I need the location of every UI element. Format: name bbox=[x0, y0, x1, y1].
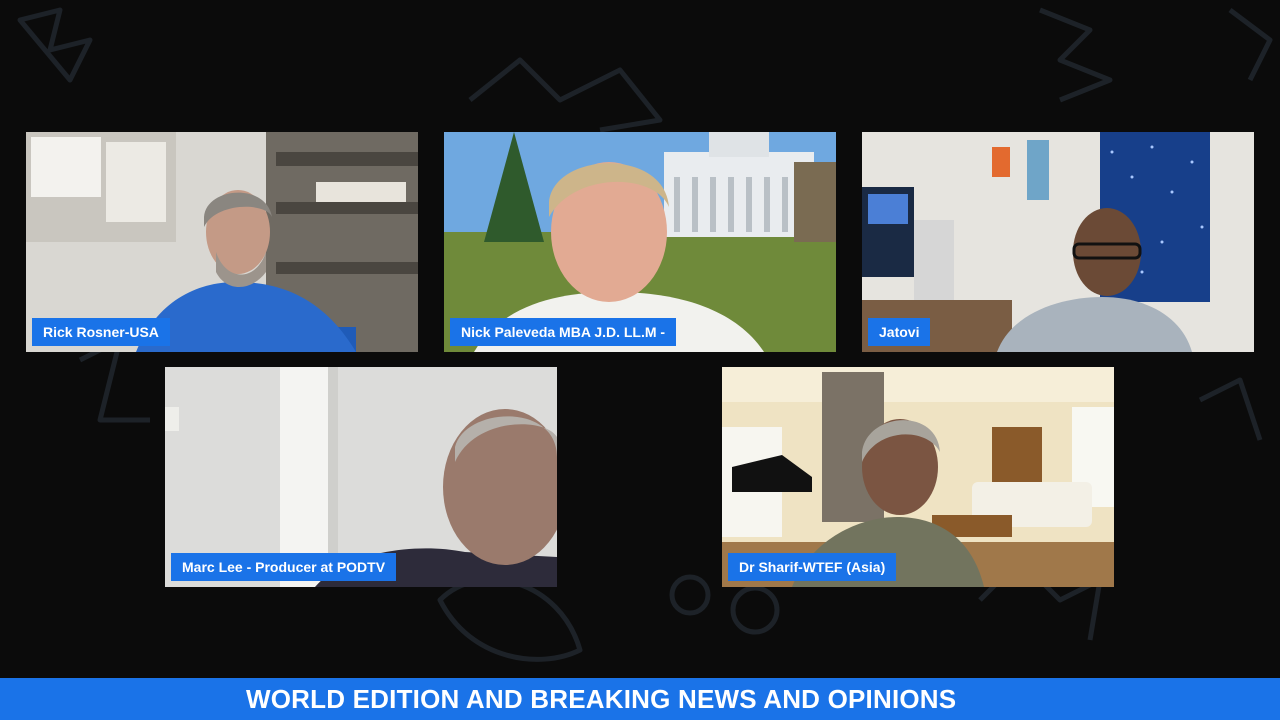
video-tile-dr-sharif[interactable]: Dr Sharif-WTEF (Asia) bbox=[722, 367, 1114, 587]
participant-name-label: Rick Rosner-USA bbox=[32, 318, 170, 346]
background-leaf-pattern bbox=[17, 7, 1273, 662]
ticker-headline: WORLD EDITION AND BREAKING NEWS AND OPIN… bbox=[246, 684, 957, 714]
video-tile-jatovi[interactable]: Jatovi bbox=[862, 132, 1254, 352]
news-ticker-bar: WORLD EDITION AND BREAKING NEWS AND OPIN… bbox=[0, 678, 1280, 720]
video-tile-nick-paleveda[interactable]: Nick Paleveda MBA J.D. LL.M - bbox=[444, 132, 836, 352]
participant-name-label: Nick Paleveda MBA J.D. LL.M - bbox=[450, 318, 677, 346]
participant-name-label: Dr Sharif-WTEF (Asia) bbox=[728, 553, 897, 581]
video-tile-marc-lee[interactable]: Marc Lee - Producer at PODTV bbox=[165, 367, 557, 587]
participant-name-label: Jatovi bbox=[868, 318, 931, 346]
video-tile-rick-rosner[interactable]: Rick Rosner-USA bbox=[26, 132, 418, 352]
participant-name-label: Marc Lee - Producer at PODTV bbox=[171, 553, 397, 581]
